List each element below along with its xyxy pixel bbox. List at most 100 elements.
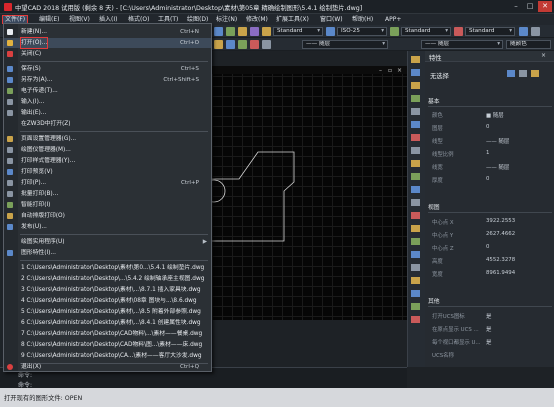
menu-item-plotter-manager[interactable]: 绘图仪管理器(M)... [4, 145, 211, 155]
prop-value[interactable]: 4552.3278 [486, 257, 515, 263]
menu-item-print-preview[interactable]: 打印预览(V) [4, 167, 211, 177]
break-icon[interactable] [411, 199, 420, 206]
prop-value[interactable]: 是 [486, 325, 491, 333]
array-icon[interactable] [411, 108, 420, 115]
selection-dropdown[interactable]: 无选择 [430, 71, 449, 80]
menu-item-import[interactable]: 输入(I)... [4, 97, 211, 107]
menu-item-open-in-zw3d[interactable]: 在ZW3D中打开(Z) [4, 119, 211, 129]
minimize-button[interactable]: – [509, 1, 523, 12]
menu-item-new[interactable]: 新建(N)... Ctrl+N [4, 27, 211, 37]
fillet-icon[interactable] [411, 238, 420, 245]
linetype-select[interactable]: —— 随层 ▾ [302, 40, 388, 49]
prop-value[interactable]: 2627.4662 [486, 231, 515, 237]
menu-item-save[interactable]: 保存(S) Ctrl+S [4, 64, 211, 74]
dim-style-select[interactable]: ISO-25 ▾ [337, 27, 387, 36]
menu-item-smart-plot[interactable]: 智能打印(I) [4, 200, 211, 210]
tool-icon[interactable] [411, 277, 420, 284]
menu-item-exit[interactable]: 退出(X) Ctrl+Q [3, 362, 212, 372]
menu-item-page-setup[interactable]: 页面设置管理器(G)... [4, 134, 211, 144]
menu-modify[interactable]: 修改(M) [244, 15, 270, 24]
prop-value[interactable]: 1 [486, 150, 489, 156]
recent-file-item[interactable]: 3 C:\Users\Administrator\Desktop\素材\...\… [4, 285, 211, 295]
menu-item-print[interactable]: 打印(P)... Ctrl+P [4, 178, 211, 188]
menu-item-etransmit[interactable]: 电子传递(T)... [4, 86, 211, 96]
prop-value[interactable]: —— 随层 [486, 137, 509, 145]
prop-value[interactable]: 3922.2553 [486, 218, 515, 224]
tool-icon[interactable] [519, 27, 528, 36]
tool-icon[interactable] [238, 27, 247, 36]
join-icon[interactable] [411, 212, 420, 219]
prop-value[interactable]: ■ 随层 [486, 111, 504, 119]
menu-item-export[interactable]: 输出(E)... [4, 108, 211, 118]
menu-app-plus[interactable]: APP+ [383, 15, 403, 24]
tool-icon[interactable] [250, 27, 259, 36]
table-style-select[interactable]: Standard ▾ [401, 27, 451, 36]
extend-icon[interactable] [411, 186, 420, 193]
tool-icon[interactable] [411, 303, 420, 310]
menu-item-plot-style-manager[interactable]: 打印样式管理器(Y)... [4, 156, 211, 166]
menu-dimension[interactable]: 标注(N) [214, 15, 239, 24]
text-style-select[interactable]: Standard ▾ [273, 27, 323, 36]
chamfer-icon[interactable] [411, 225, 420, 232]
maximize-button[interactable]: □ [523, 1, 537, 12]
quick-select-icon[interactable] [531, 70, 539, 77]
prop-value[interactable]: 0 [486, 176, 489, 182]
menu-item-save-as[interactable]: 另存为(A)... Ctrl+Shift+S [4, 75, 211, 85]
prop-value[interactable]: 是 [486, 338, 491, 346]
select-objects-icon[interactable] [519, 70, 527, 77]
menu-item-auto-layout-plot[interactable]: 自动排版打印(O) [4, 211, 211, 221]
tool-icon[interactable] [411, 264, 420, 271]
section-view[interactable]: 视图 [428, 204, 552, 213]
prop-value[interactable]: 是 [486, 312, 491, 320]
tool-icon[interactable] [411, 290, 420, 297]
recent-file-item[interactable]: 4 C:\Users\Administrator\Desktop\素材\08章 … [4, 296, 211, 306]
mirror-icon[interactable] [411, 82, 420, 89]
recent-file-item[interactable]: 9 C:\Users\Administrator\Desktop\CA...\素… [4, 351, 211, 361]
menu-item-drawing-properties[interactable]: 图形特性(I)... [4, 248, 211, 258]
tool-icon[interactable] [531, 27, 540, 36]
menu-item-open[interactable]: 打开(O)... Ctrl+O [4, 37, 211, 49]
rotate-icon[interactable] [411, 134, 420, 141]
move-icon[interactable] [411, 121, 420, 128]
toggle-pickadd-icon[interactable] [507, 70, 515, 77]
lineweight-select[interactable]: —— 随层 ▾ [421, 40, 503, 49]
close-button[interactable]: ✕ [538, 1, 552, 12]
section-basic[interactable]: 基本 [428, 98, 552, 107]
layer-icon[interactable] [250, 40, 259, 49]
recent-file-item[interactable]: 7 C:\Users\Administrator\Desktop\CAD物料\.… [4, 329, 211, 339]
explode-icon[interactable] [411, 251, 420, 258]
menu-item-drawing-utilities[interactable]: 绘图实用程序(U) ▶ [4, 237, 211, 247]
layer-icon[interactable] [214, 40, 223, 49]
offset-icon[interactable] [411, 95, 420, 102]
prop-value[interactable]: 8961.9494 [486, 270, 515, 276]
menu-extension-tools[interactable]: 扩展工具(X) [274, 15, 311, 24]
menu-item-publish[interactable]: 发布(U)... [4, 222, 211, 232]
menu-item-batch-plot[interactable]: 批量打印(B)... [4, 189, 211, 199]
layer-icon[interactable] [238, 40, 247, 49]
tool-icon[interactable] [214, 27, 223, 36]
prop-value[interactable]: 0 [486, 244, 489, 250]
menu-window[interactable]: 窗口(W) [318, 15, 345, 24]
prop-value[interactable]: —— 随层 [486, 163, 509, 171]
canvas-minimize-icon[interactable]: – [379, 67, 382, 74]
recent-file-item[interactable]: 5 C:\Users\Administrator\Desktop\素材\...\… [4, 307, 211, 317]
multileader-style-select[interactable]: Standard ▾ [465, 27, 515, 36]
scale-icon[interactable] [411, 147, 420, 154]
stretch-icon[interactable] [411, 160, 420, 167]
color-select[interactable]: 随颜色 [506, 40, 551, 49]
close-icon[interactable]: × [541, 52, 546, 59]
tool-icon[interactable] [411, 316, 420, 323]
layer-icon[interactable] [262, 40, 271, 49]
layer-icon[interactable] [226, 40, 235, 49]
recent-file-item[interactable]: 1 C:\Users\Administrator\Desktop\素材\第0..… [4, 263, 211, 273]
section-misc[interactable]: 其他 [428, 298, 552, 307]
canvas-close-icon[interactable]: × [397, 67, 402, 74]
menu-item-close[interactable]: 关闭(C) [4, 49, 211, 59]
menu-help[interactable]: 帮助(H) [350, 15, 375, 24]
recent-file-item[interactable]: 2 C:\Users\Administrator\Desktop\...\5.4… [4, 274, 211, 284]
canvas-restore-icon[interactable]: ▫ [388, 67, 392, 74]
recent-file-item[interactable]: 8 C:\Users\Administrator\Desktop\CAD物料\图… [4, 340, 211, 350]
trim-icon[interactable] [411, 173, 420, 180]
erase-icon[interactable] [411, 56, 420, 63]
tool-icon[interactable] [226, 27, 235, 36]
